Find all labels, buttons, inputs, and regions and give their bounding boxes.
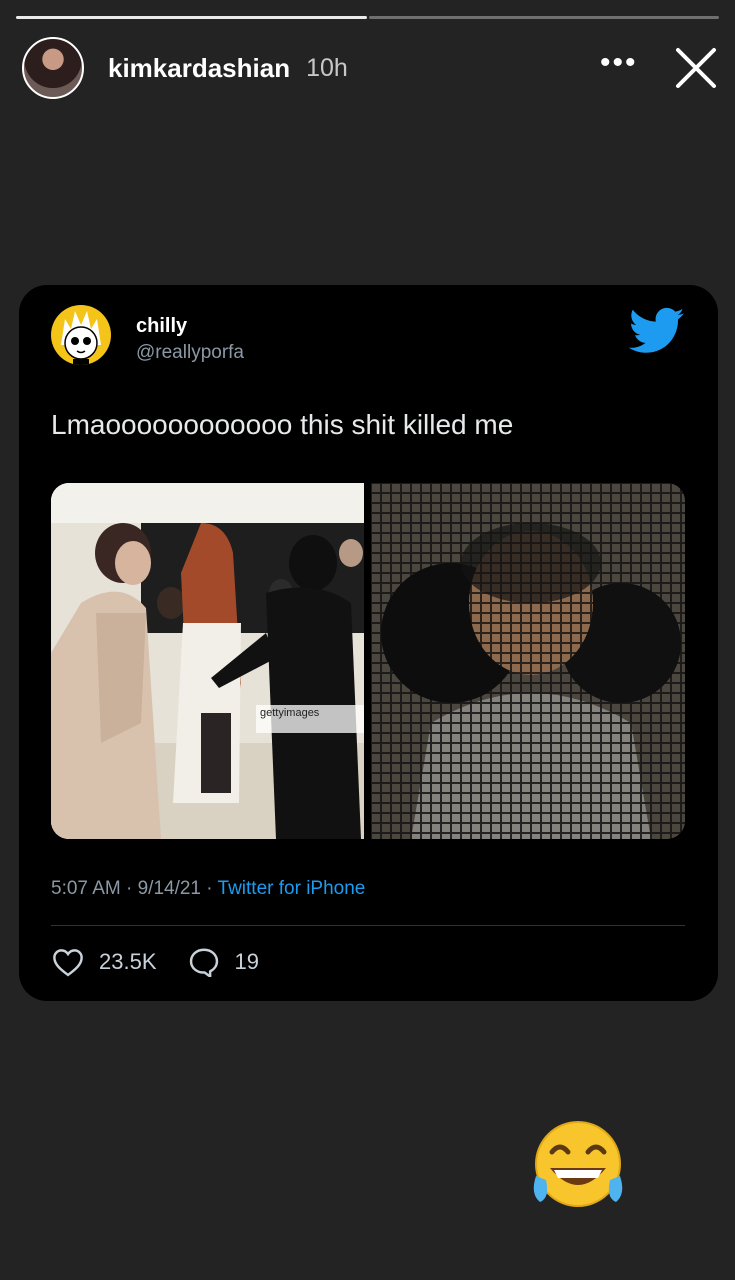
tweet-photo-right[interactable] (371, 483, 685, 839)
reply-count: 19 (234, 949, 259, 974)
heart-icon (53, 949, 83, 977)
close-icon[interactable] (674, 46, 718, 90)
tweet-handle[interactable]: @reallyporfa (136, 342, 244, 364)
tweet-display-name[interactable]: chilly (136, 315, 187, 338)
tweet-text: Lmaoooooooooooo this shit killed me (51, 409, 514, 440)
cartoon-avatar-icon (61, 311, 101, 365)
story-time: 10h (306, 53, 348, 82)
reply-button[interactable]: 19 (187, 947, 259, 977)
avatar[interactable] (22, 37, 84, 99)
tweet-meta: 5:07 AM · 9/14/21 · Twitter for iPhone (51, 878, 365, 900)
progress-segment (16, 16, 367, 19)
photo-scene (51, 483, 364, 839)
tweet-source-link[interactable]: Twitter for iPhone (218, 878, 366, 899)
reply-icon (189, 948, 218, 977)
tweet-avatar (51, 305, 111, 365)
story-username[interactable]: kimkardashian (108, 53, 290, 84)
twitter-bird-icon (629, 307, 685, 353)
progress-segment (368, 16, 719, 19)
divider (51, 925, 685, 926)
tweet-timestamp: 5:07 AM · 9/14/21 · (51, 878, 218, 899)
tweet-actions: 23.5K 19 (51, 947, 289, 977)
mosaic-image (371, 483, 685, 839)
tweet-photo-left[interactable]: gettyimages (51, 483, 364, 839)
more-icon[interactable]: ••• (600, 46, 638, 80)
story-progress (16, 16, 719, 20)
like-button[interactable]: 23.5K (51, 947, 157, 977)
laughing-emoji-icon[interactable] (528, 1118, 628, 1214)
story-header: kimkardashian 10h ••• (22, 37, 722, 99)
tweet-card: chilly @reallyporfa Lmaoooooooooooo this… (19, 285, 718, 1001)
like-count: 23.5K (99, 949, 157, 974)
getty-watermark: gettyimages (256, 705, 364, 733)
